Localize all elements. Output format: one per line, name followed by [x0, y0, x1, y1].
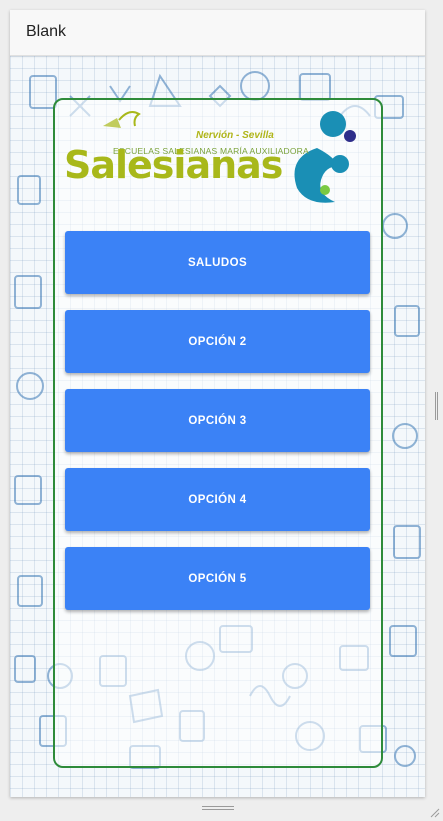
- saludos-button[interactable]: SALUDOS: [65, 231, 370, 294]
- resize-handle-bottom[interactable]: [202, 806, 234, 812]
- resize-corner-icon[interactable]: [428, 806, 440, 818]
- resize-handle-right[interactable]: [435, 392, 439, 420]
- option-3-button[interactable]: OPCIÓN 3: [65, 389, 370, 452]
- app-title: Blank: [26, 23, 67, 40]
- option-5-button[interactable]: OPCIÓN 5: [65, 547, 370, 610]
- option-4-button[interactable]: OPCIÓN 4: [65, 468, 370, 531]
- option-2-button[interactable]: OPCIÓN 2: [65, 310, 370, 373]
- logo-tagline: Nervión - Sevilla: [196, 130, 274, 141]
- app-bar: Blank: [10, 10, 425, 56]
- logo-wordmark: Salesianas: [64, 143, 283, 187]
